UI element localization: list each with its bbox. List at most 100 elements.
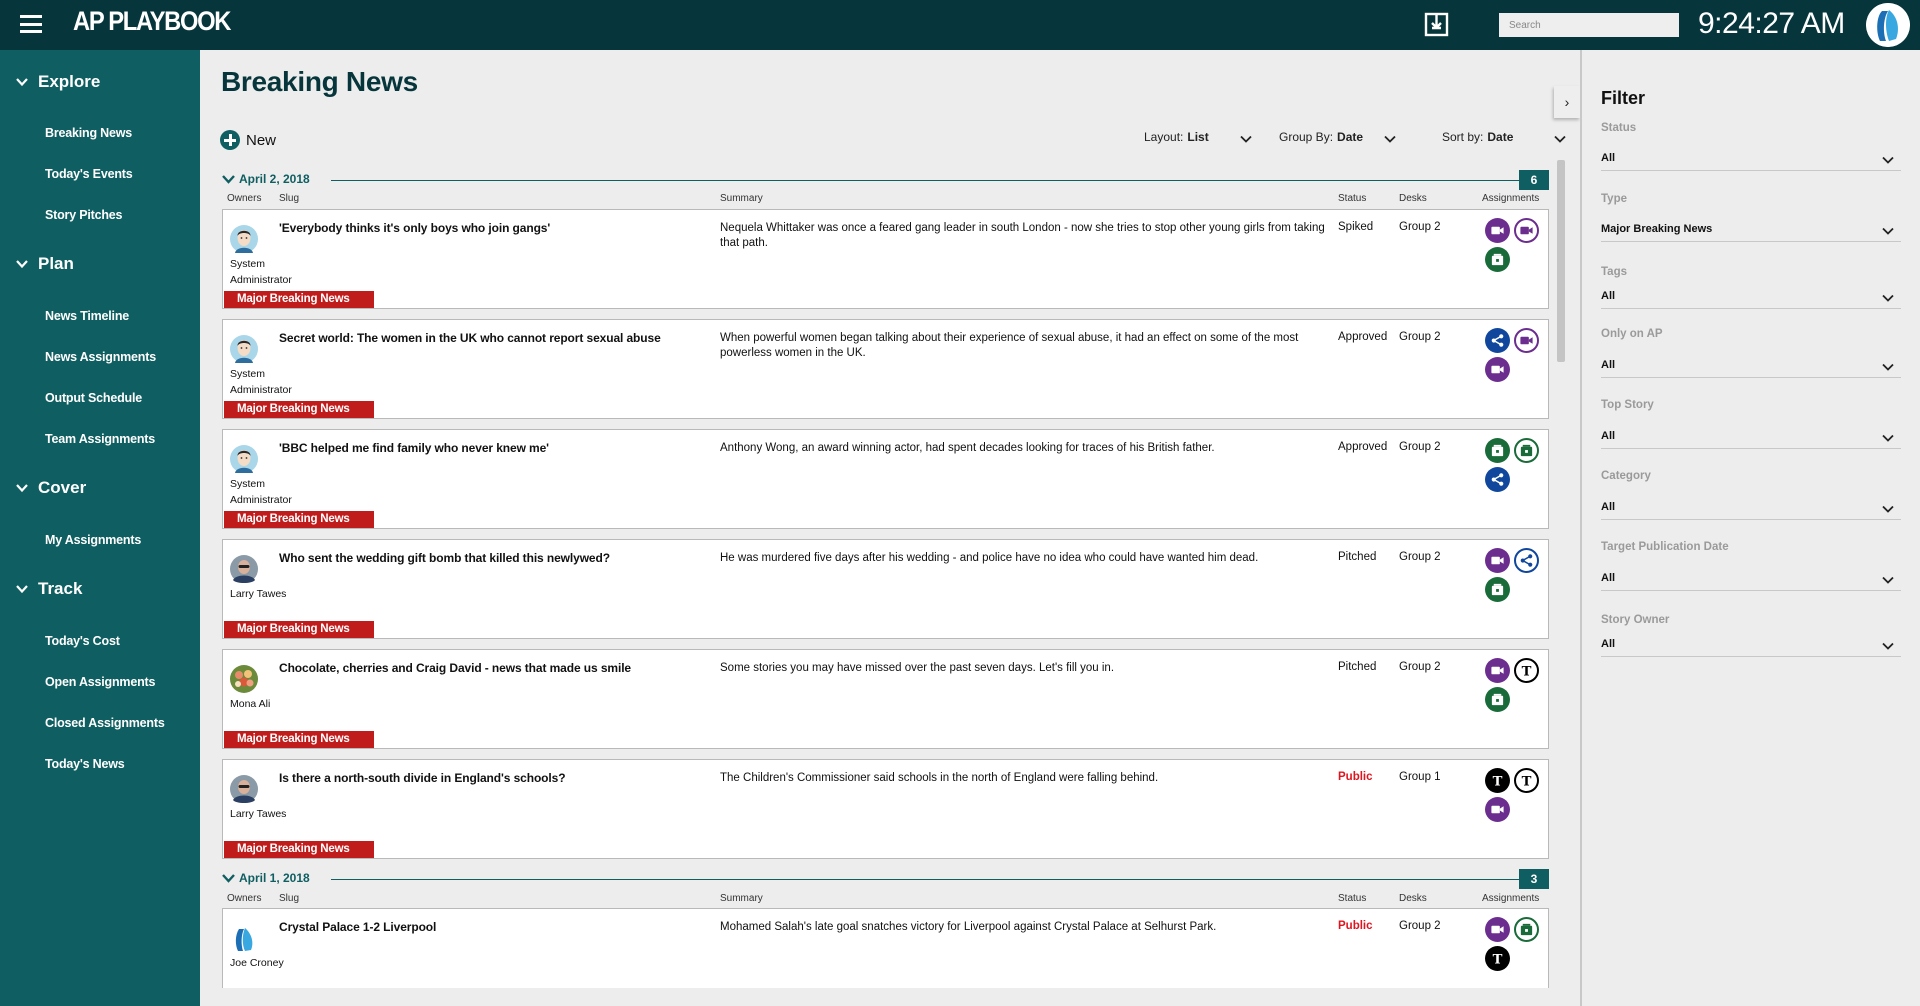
story-desk: Group 2 xyxy=(1399,221,1441,233)
camera-icon[interactable] xyxy=(1514,438,1539,463)
sidebar-section-cover[interactable]: Cover xyxy=(16,478,86,498)
type-badge: Major Breaking News xyxy=(224,621,374,638)
new-story-button[interactable]: New xyxy=(220,130,276,150)
video-camera-icon[interactable] xyxy=(1485,797,1510,822)
group-by-dropdown[interactable]: Group By: Date xyxy=(1279,130,1396,144)
camera-icon[interactable] xyxy=(1485,577,1510,602)
chevron-down-icon xyxy=(16,78,28,87)
filter-select-only-on-ap[interactable]: All xyxy=(1601,354,1901,378)
text-t-icon[interactable]: T xyxy=(1485,946,1510,971)
sidebar-item-todays-events[interactable]: Today's Events xyxy=(45,167,133,181)
sidebar-item-story-pitches[interactable]: Story Pitches xyxy=(45,208,122,222)
sidebar-item-todays-cost[interactable]: Today's Cost xyxy=(45,634,120,648)
story-card[interactable]: System Administrator 'Everybody thinks i… xyxy=(222,209,1549,309)
layout-dropdown[interactable]: Layout: List xyxy=(1144,130,1252,144)
sidebar-section-plan[interactable]: Plan xyxy=(16,254,74,274)
story-desk: Group 2 xyxy=(1399,551,1441,563)
text-t-icon[interactable]: T xyxy=(1485,768,1510,793)
search-input[interactable] xyxy=(1499,13,1679,37)
layout-value: List xyxy=(1187,130,1209,144)
section-label: Cover xyxy=(38,478,87,497)
sidebar-item-output-schedule[interactable]: Output Schedule xyxy=(45,391,142,405)
share-icon[interactable] xyxy=(1485,328,1510,353)
story-card[interactable]: System Administrator Secret world: The w… xyxy=(222,319,1549,419)
story-card[interactable]: Mona Ali Chocolate, cherries and Craig D… xyxy=(222,649,1549,749)
sidebar-item-todays-news[interactable]: Today's News xyxy=(45,757,125,771)
hamburger-icon[interactable] xyxy=(20,15,42,33)
chevron-down-icon xyxy=(16,260,28,269)
group-header: April 1, 2018 3 xyxy=(222,869,1549,889)
sidebar-item-news-assignments[interactable]: News Assignments xyxy=(45,350,156,364)
camera-icon[interactable] xyxy=(1514,917,1539,942)
story-slug[interactable]: Is there a north-south divide in England… xyxy=(279,771,729,785)
story-card[interactable]: System Administrator 'BBC helped me find… xyxy=(222,429,1549,529)
story-card[interactable]: Larry Tawes Is there a north-south divid… xyxy=(222,759,1549,859)
col-assignments: Assignments xyxy=(1482,193,1540,204)
text-t-icon[interactable]: T xyxy=(1514,768,1539,793)
story-status: Approved xyxy=(1338,331,1388,343)
story-card[interactable]: Larry Tawes Who sent the wedding gift bo… xyxy=(222,539,1549,639)
list-scrollbar[interactable] xyxy=(1557,160,1565,362)
camera-icon[interactable] xyxy=(1485,247,1510,272)
story-card[interactable]: Joe Croney Crystal Palace 1-2 Liverpool … xyxy=(222,908,1549,988)
download-icon[interactable] xyxy=(1424,12,1449,37)
owner-avatar xyxy=(230,664,258,694)
chevron-down-icon xyxy=(1882,434,1894,442)
sidebar-item-news-timeline[interactable]: News Timeline xyxy=(45,309,129,323)
sidebar-section-track[interactable]: Track xyxy=(16,579,82,599)
type-badge: Major Breaking News xyxy=(224,401,374,418)
sidebar-item-team-assignments[interactable]: Team Assignments xyxy=(45,432,155,446)
sidebar-item-my-assignments[interactable]: My Assignments xyxy=(45,533,141,547)
app-logo[interactable]: AP PLAYBOOK xyxy=(73,6,231,37)
user-avatar[interactable] xyxy=(1866,3,1910,47)
group-count-badge: 6 xyxy=(1519,170,1549,190)
story-desk: Group 2 xyxy=(1399,441,1441,453)
video-camera-icon[interactable] xyxy=(1485,218,1510,243)
story-slug[interactable]: 'Everybody thinks it's only boys who joi… xyxy=(279,221,729,235)
video-camera-icon[interactable] xyxy=(1514,218,1539,243)
share-icon[interactable] xyxy=(1485,467,1510,492)
filter-select-top-story[interactable]: All xyxy=(1601,425,1901,449)
filter-select-type[interactable]: Major Breaking News xyxy=(1601,218,1901,242)
group-by-label: Group By: xyxy=(1279,130,1334,144)
story-slug[interactable]: Chocolate, cherries and Craig David - ne… xyxy=(279,661,729,675)
sidebar-item-open-assignments[interactable]: Open Assignments xyxy=(45,675,155,689)
text-t-icon[interactable]: T xyxy=(1514,658,1539,683)
chevron-down-icon xyxy=(16,484,28,493)
story-summary: Anthony Wong, an award winning actor, ha… xyxy=(720,442,1215,454)
story-slug[interactable]: Who sent the wedding gift bomb that kill… xyxy=(279,551,729,565)
col-desks: Desks xyxy=(1399,193,1427,204)
camera-icon[interactable] xyxy=(1485,687,1510,712)
owner-name: Larry Tawes xyxy=(230,588,287,600)
video-camera-icon[interactable] xyxy=(1485,357,1510,382)
sidebar-item-closed-assignments[interactable]: Closed Assignments xyxy=(45,716,165,730)
col-summary: Summary xyxy=(720,893,763,904)
video-camera-icon[interactable] xyxy=(1485,548,1510,573)
story-summary: Mohamed Salah's late goal snatches victo… xyxy=(720,921,1217,933)
filter-panel-toggle[interactable]: › xyxy=(1554,86,1580,118)
story-slug[interactable]: Secret world: The women in the UK who ca… xyxy=(279,331,729,345)
filter-value: All xyxy=(1601,152,1616,164)
filter-select-status[interactable]: All xyxy=(1601,147,1901,171)
sort-by-value: Date xyxy=(1487,130,1514,144)
story-slug[interactable]: Crystal Palace 1-2 Liverpool xyxy=(279,920,729,934)
camera-icon[interactable] xyxy=(1485,438,1510,463)
sort-by-dropdown[interactable]: Sort by: Date xyxy=(1442,130,1566,144)
owner-avatar xyxy=(230,334,258,364)
video-camera-icon[interactable] xyxy=(1485,658,1510,683)
chevron-down-icon[interactable] xyxy=(222,873,235,883)
chevron-down-icon[interactable] xyxy=(222,174,235,184)
sidebar-nav: Explore Breaking News Today's Events Sto… xyxy=(0,50,200,1006)
assignments xyxy=(1485,438,1545,492)
sidebar-section-explore[interactable]: Explore xyxy=(16,72,100,92)
filter-select-target-publication-date[interactable]: All xyxy=(1601,567,1901,591)
filter-select-category[interactable]: All xyxy=(1601,496,1901,520)
video-camera-icon[interactable] xyxy=(1514,328,1539,353)
filter-select-story-owner[interactable]: All xyxy=(1601,633,1901,657)
video-camera-icon[interactable] xyxy=(1485,917,1510,942)
story-slug[interactable]: 'BBC helped me find family who never kne… xyxy=(279,441,729,455)
filter-select-tags[interactable]: All xyxy=(1601,285,1901,309)
share-icon[interactable] xyxy=(1514,548,1539,573)
sidebar-item-breaking-news[interactable]: Breaking News xyxy=(45,126,132,140)
assignments: T xyxy=(1485,917,1545,971)
